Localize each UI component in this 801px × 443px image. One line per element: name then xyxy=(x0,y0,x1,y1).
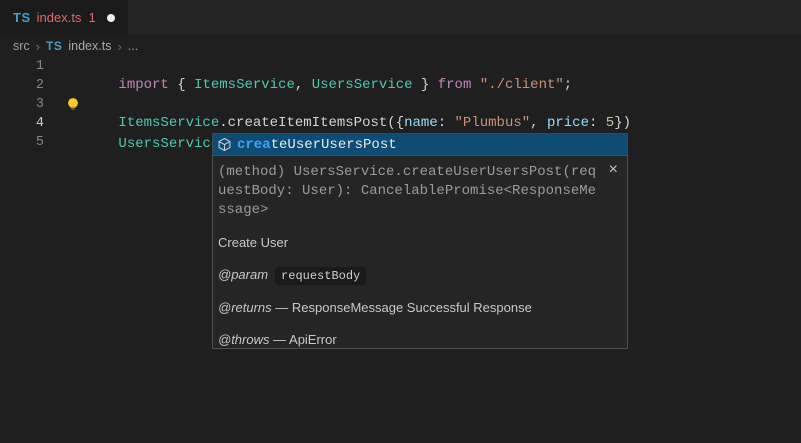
suggestion-label: createUserUsersPost xyxy=(237,137,397,153)
code-token: UsersService xyxy=(118,136,219,152)
code-token: 5 xyxy=(606,115,614,131)
suggestion-match-text: crea xyxy=(237,137,271,153)
line-number: 1 xyxy=(0,57,44,76)
tab-index-ts[interactable]: TS index.ts 1 xyxy=(0,0,128,35)
throws-tag: @throws xyxy=(218,332,270,347)
typescript-file-icon: TS xyxy=(13,10,31,25)
tab-bar: TS index.ts 1 xyxy=(0,0,801,35)
code-token: ItemsService xyxy=(194,77,295,93)
tab-filename: index.ts xyxy=(37,10,82,25)
docs-body: Create User @param requestBody @returns —… xyxy=(213,220,627,347)
code-token: "./client" xyxy=(480,77,564,93)
code-token: , xyxy=(295,77,312,93)
typescript-file-icon: TS xyxy=(46,39,62,53)
code-token: import xyxy=(118,77,168,93)
code-token: from xyxy=(438,77,472,93)
tab-error-count: 1 xyxy=(88,10,95,25)
code-token: price xyxy=(547,115,589,131)
code-token: name xyxy=(404,115,438,131)
param-tag: @param xyxy=(218,267,268,282)
breadcrumb-symbol-ellipsis[interactable]: ... xyxy=(128,39,138,53)
suggestion-docs-panel: (method) UsersService.createUserUsersPos… xyxy=(212,155,628,349)
method-signature: (method) UsersService.createUserUsersPos… xyxy=(213,156,627,220)
code-token: : xyxy=(438,115,455,131)
docs-param-row: @param requestBody xyxy=(218,267,617,284)
throws-text: — ApiError xyxy=(273,332,337,347)
close-icon[interactable]: × xyxy=(609,163,618,177)
line-number: 5 xyxy=(0,133,44,152)
code-token: "Plumbus" xyxy=(455,115,531,131)
code-token: ; xyxy=(564,77,572,93)
returns-tag: @returns xyxy=(218,300,272,315)
line-number: 2 xyxy=(0,76,44,95)
returns-text: — ResponseMessage Successful Response xyxy=(275,300,532,315)
code-token xyxy=(471,77,479,93)
code-token: } xyxy=(413,77,438,93)
lightbulb-icon[interactable] xyxy=(66,95,85,114)
code-line-1[interactable]: 1 import { ItemsService, UsersService } … xyxy=(0,57,801,76)
chevron-right-icon: › xyxy=(117,40,121,53)
line-number: 3 xyxy=(0,95,44,114)
line-number: 4 xyxy=(0,114,44,133)
docs-returns-row: @returns — ResponseMessage Successful Re… xyxy=(218,300,617,315)
code-token: }) xyxy=(614,115,631,131)
code-token: { xyxy=(169,77,194,93)
code-token: UsersService xyxy=(312,77,413,93)
unsaved-changes-dot-icon[interactable] xyxy=(107,14,115,22)
code-token: , xyxy=(530,115,547,131)
code-token: ({ xyxy=(387,115,404,131)
docs-summary: Create User xyxy=(218,235,617,250)
param-name-chip: requestBody xyxy=(275,267,366,285)
docs-throws-row: @throws — ApiError xyxy=(218,332,617,347)
breadcrumb-folder[interactable]: src xyxy=(13,39,30,53)
code-token: : xyxy=(589,115,606,131)
symbol-method-icon xyxy=(217,137,232,152)
breadcrumb: src › TS index.ts › ... xyxy=(0,35,801,57)
code-line-3[interactable]: 3 ItemsService.createItemItemsPost({name… xyxy=(0,95,801,114)
breadcrumb-file[interactable]: index.ts xyxy=(68,39,111,53)
suggestion-item-createUserUsersPost[interactable]: createUserUsersPost xyxy=(212,133,628,155)
suggestion-rest-text: teUserUsersPost xyxy=(271,137,397,153)
chevron-right-icon: › xyxy=(36,40,40,53)
